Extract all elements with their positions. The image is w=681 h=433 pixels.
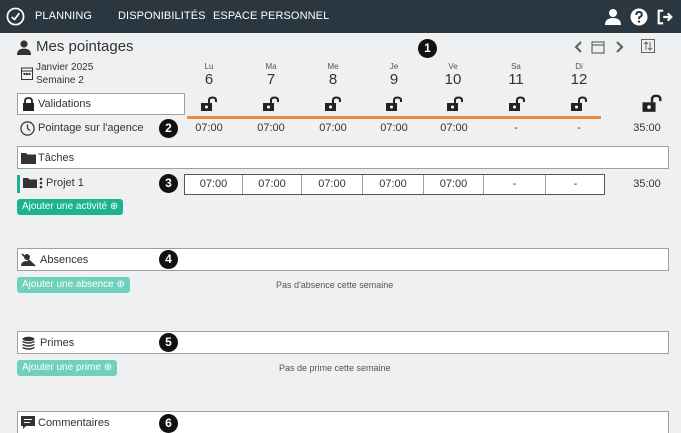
nav-espace-personnel[interactable]: ESPACE PERSONNEL bbox=[213, 0, 329, 33]
clock-logo-icon[interactable] bbox=[6, 7, 25, 26]
day-header-lu: Lu 6 bbox=[189, 62, 229, 88]
agency-value: 07:00 bbox=[440, 122, 468, 134]
clock-icon bbox=[20, 121, 35, 136]
folder-icon bbox=[23, 178, 37, 188]
help-icon[interactable] bbox=[630, 8, 648, 26]
day-header-ve: Ve 10 bbox=[433, 62, 473, 88]
validations-label: Validations bbox=[38, 98, 91, 110]
day-number: 10 bbox=[444, 71, 462, 88]
agency-value: - bbox=[514, 122, 518, 134]
add-absence-button[interactable]: Ajouter une absence ⊕ bbox=[17, 277, 130, 293]
tasks-label: Tâches bbox=[38, 152, 75, 164]
folder-icon bbox=[21, 153, 36, 164]
agency-label: Pointage sur l'agence bbox=[38, 122, 144, 134]
badge-6: 6 bbox=[159, 414, 178, 433]
agency-value: 07:00 bbox=[380, 122, 408, 134]
day-header-ma: Ma 7 bbox=[251, 62, 291, 88]
plus-circle-icon: ⊕ bbox=[103, 362, 113, 373]
day-number: 12 bbox=[570, 71, 588, 88]
badge-3: 3 bbox=[159, 174, 178, 193]
nav-disponibilites[interactable]: DISPONIBILITÉS bbox=[118, 0, 206, 33]
tasks-section-header: Tâches bbox=[17, 146, 669, 169]
day-number: 11 bbox=[508, 71, 524, 88]
logout-icon[interactable] bbox=[656, 8, 674, 26]
agency-value: 07:00 bbox=[195, 122, 223, 134]
commentaires-section-header: Commentaires bbox=[17, 411, 669, 433]
agency-value: - bbox=[577, 122, 581, 134]
day-header-me: Me 8 bbox=[313, 62, 353, 88]
unlock-icon[interactable] bbox=[508, 96, 526, 112]
unlock-week-icon[interactable] bbox=[641, 94, 663, 113]
badge-4: 4 bbox=[159, 250, 178, 269]
add-activity-button[interactable]: Ajouter une activité ⊕ bbox=[17, 199, 124, 215]
coins-icon bbox=[22, 336, 35, 350]
day-number: 7 bbox=[266, 71, 276, 88]
primes-label: Primes bbox=[40, 337, 75, 349]
hours-input[interactable]: 07:00 bbox=[185, 175, 243, 194]
absences-section-header: Absences bbox=[17, 248, 669, 271]
nav-planning[interactable]: PLANNING bbox=[35, 0, 92, 33]
hours-input[interactable]: 07:00 bbox=[243, 175, 302, 194]
project-total: 35:00 bbox=[633, 178, 661, 190]
validation-progress-line bbox=[187, 116, 601, 119]
absences-label: Absences bbox=[40, 254, 89, 266]
user-off-icon bbox=[21, 253, 36, 267]
day-header-sa: Sa 11 bbox=[496, 62, 536, 88]
agency-total: 35:00 bbox=[633, 122, 661, 134]
week-label: Semaine 2 bbox=[36, 75, 84, 86]
plus-circle-icon: ⊕ bbox=[116, 279, 125, 290]
agency-value: 07:00 bbox=[319, 122, 347, 134]
commentaires-label: Commentaires bbox=[38, 417, 110, 429]
validations-row: Validations bbox=[17, 93, 185, 115]
user-icon[interactable] bbox=[604, 8, 622, 26]
badge-2: 2 bbox=[159, 119, 178, 138]
calendar-icon[interactable] bbox=[592, 40, 604, 54]
hours-input[interactable]: - bbox=[484, 175, 546, 194]
chevron-right-icon[interactable] bbox=[615, 40, 627, 54]
badge-1: 1 bbox=[418, 39, 437, 58]
plus-circle-icon: ⊕ bbox=[109, 201, 119, 212]
primes-empty-message: Pas de prime cette semaine bbox=[279, 363, 391, 373]
day-number: 9 bbox=[389, 71, 399, 88]
unlock-icon[interactable] bbox=[446, 96, 464, 112]
add-absence-label: Ajouter une absence bbox=[22, 279, 114, 290]
day-number: 6 bbox=[204, 71, 214, 88]
unlock-icon[interactable] bbox=[324, 96, 342, 112]
project-color-bar bbox=[17, 175, 20, 193]
chevron-left-icon[interactable] bbox=[573, 40, 585, 54]
unlock-icon[interactable] bbox=[200, 96, 218, 112]
primes-section-header: Primes bbox=[17, 331, 669, 354]
top-navbar: PLANNING DISPONIBILITÉS ESPACE PERSONNEL bbox=[0, 0, 681, 33]
hours-input[interactable]: 07:00 bbox=[424, 175, 484, 194]
unlock-icon[interactable] bbox=[262, 96, 280, 112]
badge-5: 5 bbox=[159, 333, 178, 352]
project-label: Projet 1 bbox=[46, 177, 84, 189]
add-prime-label: Ajouter une prime bbox=[22, 362, 101, 373]
user-icon bbox=[17, 40, 31, 55]
hours-input[interactable]: 07:00 bbox=[363, 175, 424, 194]
page-title: Mes pointages bbox=[36, 38, 134, 55]
unlock-icon[interactable] bbox=[570, 96, 588, 112]
comment-icon bbox=[21, 416, 35, 429]
lock-icon bbox=[23, 97, 34, 111]
absences-empty-message: Pas d'absence cette semaine bbox=[276, 280, 394, 290]
month-label: Janvier 2025 bbox=[36, 62, 94, 73]
drag-handle-icon[interactable] bbox=[39, 177, 43, 189]
project-hours-grid: 07:00 07:00 07:00 07:00 07:00 - - bbox=[184, 174, 605, 195]
unlock-icon[interactable] bbox=[385, 96, 403, 112]
day-header-di: Di 12 bbox=[559, 62, 599, 88]
day-number: 8 bbox=[328, 71, 338, 88]
agency-value: 07:00 bbox=[257, 122, 285, 134]
calendar-icon bbox=[21, 67, 33, 80]
hours-input[interactable]: 07:00 bbox=[302, 175, 363, 194]
add-prime-button[interactable]: Ajouter une prime ⊕ bbox=[17, 360, 118, 376]
hours-input[interactable]: - bbox=[546, 175, 605, 194]
day-header-je: Je 9 bbox=[374, 62, 414, 88]
sort-icon[interactable] bbox=[641, 39, 655, 53]
add-activity-label: Ajouter une activité bbox=[22, 201, 108, 212]
